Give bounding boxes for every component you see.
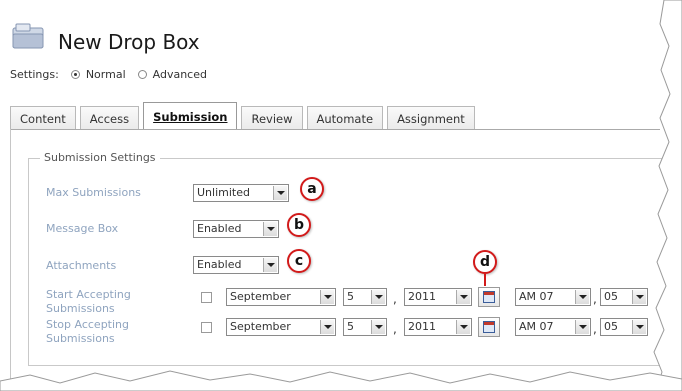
stop-accepting-label: Stop Accepting Submissions [46, 318, 129, 346]
chevron-down-icon [320, 320, 334, 334]
message-box-label: Message Box [46, 222, 119, 235]
start-minute-select[interactable]: 05 [600, 288, 648, 306]
start-month-value: September [230, 290, 291, 303]
start-day-select[interactable]: 5 [343, 288, 387, 306]
callout-a: a [300, 177, 324, 201]
mode-advanced-radio[interactable] [137, 70, 147, 79]
chevron-down-icon [320, 290, 334, 304]
start-year-select[interactable]: 2011 [404, 288, 472, 306]
max-submissions-label: Max Submissions [46, 186, 141, 199]
torn-edge-bottom [0, 370, 682, 391]
tab-bar: Content Access Submission Review Automat… [10, 102, 479, 130]
calendar-icon [483, 321, 495, 333]
settings-label: Settings: [10, 68, 59, 81]
stop-date-comma: , [393, 322, 397, 336]
stop-day-value: 5 [347, 320, 354, 333]
stop-accepting-checkbox[interactable] [201, 322, 212, 333]
tab-review[interactable]: Review [241, 106, 303, 130]
stop-calendar-button[interactable] [478, 317, 500, 337]
tab-automate[interactable]: Automate [306, 106, 384, 130]
tab-assignment[interactable]: Assignment [387, 106, 475, 130]
attachments-value: Enabled [197, 258, 242, 271]
max-submissions-value: Unlimited [197, 186, 250, 199]
start-day-value: 5 [347, 290, 354, 303]
drop-box-icon [12, 22, 46, 50]
chevron-down-icon [263, 222, 277, 236]
chevron-down-icon [456, 320, 470, 334]
stop-time-separator: , [593, 322, 597, 336]
callout-d: d [473, 250, 497, 274]
attachments-label: Attachments [46, 259, 117, 272]
mode-advanced-label: Advanced [152, 68, 207, 81]
start-minute-value: 05 [604, 290, 618, 303]
start-calendar-button[interactable] [478, 287, 500, 307]
start-hour-value: AM 07 [519, 290, 554, 303]
chevron-down-icon [273, 186, 287, 200]
mode-normal-label: Normal [85, 68, 126, 81]
mode-normal-radio[interactable] [70, 70, 80, 79]
chevron-down-icon [575, 290, 589, 304]
tab-access[interactable]: Access [79, 106, 140, 130]
callout-d-pointer [484, 274, 486, 286]
start-date-comma: , [393, 292, 397, 306]
tab-content[interactable]: Content [10, 106, 76, 130]
start-month-select[interactable]: September [226, 288, 336, 306]
stop-hour-value: AM 07 [519, 320, 554, 333]
tab-submission[interactable]: Submission [143, 102, 238, 130]
chevron-down-icon [263, 258, 277, 272]
message-box-select[interactable]: Enabled [193, 220, 279, 238]
settings-row: Settings: Normal Advanced [10, 68, 207, 81]
stop-accepting-label-line1: Stop Accepting [46, 318, 130, 331]
stop-minute-value: 05 [604, 320, 618, 333]
start-hour-select[interactable]: AM 07 [515, 288, 591, 306]
chevron-down-icon [575, 320, 589, 334]
stop-hour-select[interactable]: AM 07 [515, 318, 591, 336]
callout-b: b [287, 213, 311, 237]
submission-settings-legend: Submission Settings [40, 151, 160, 164]
message-box-value: Enabled [197, 222, 242, 235]
start-year-value: 2011 [408, 290, 436, 303]
stop-month-value: September [230, 320, 291, 333]
calendar-icon [483, 291, 495, 303]
stop-day-select[interactable]: 5 [343, 318, 387, 336]
stop-month-select[interactable]: September [226, 318, 336, 336]
start-accepting-label: Start Accepting Submissions [46, 288, 131, 316]
chevron-down-icon [456, 290, 470, 304]
attachments-select[interactable]: Enabled [193, 256, 279, 274]
stop-accepting-label-line2: Submissions [46, 332, 115, 345]
page-title: New Drop Box [58, 30, 200, 54]
stop-year-select[interactable]: 2011 [404, 318, 472, 336]
chevron-down-icon [371, 290, 385, 304]
torn-edge-right [653, 0, 682, 391]
start-accepting-label-line1: Start Accepting [46, 288, 131, 301]
start-accepting-checkbox[interactable] [201, 292, 212, 303]
start-time-separator: , [593, 292, 597, 306]
max-submissions-select[interactable]: Unlimited [193, 184, 289, 202]
stop-minute-select[interactable]: 05 [600, 318, 648, 336]
stop-year-value: 2011 [408, 320, 436, 333]
start-accepting-label-line2: Submissions [46, 302, 115, 315]
callout-c: c [287, 249, 311, 273]
chevron-down-icon [371, 320, 385, 334]
